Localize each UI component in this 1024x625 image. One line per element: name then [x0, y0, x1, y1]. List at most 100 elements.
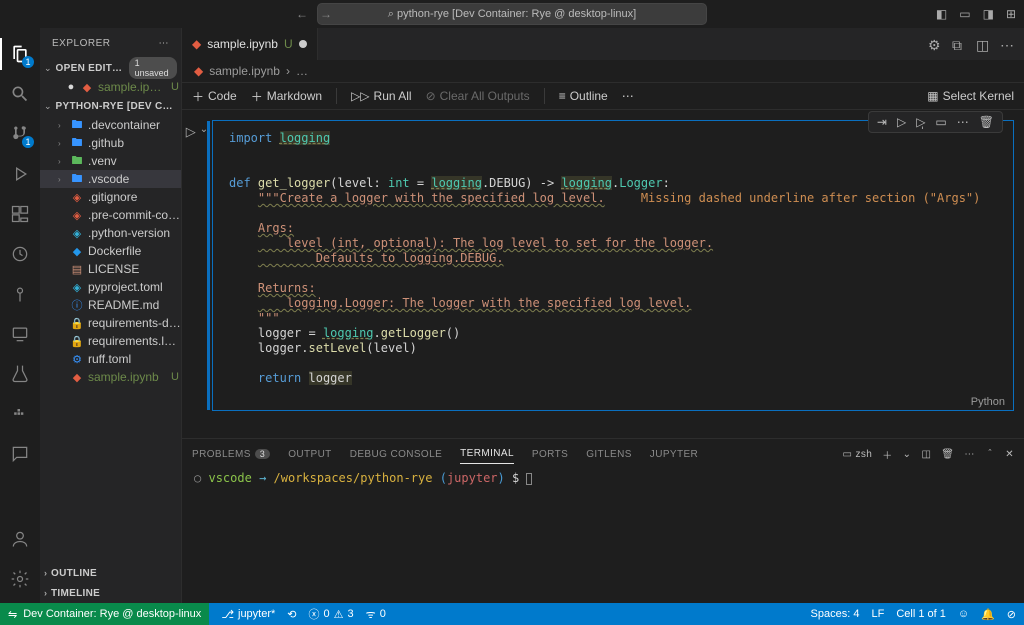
run-cell-button[interactable]: ▷ [186, 124, 196, 140]
activity-settings[interactable] [0, 559, 40, 599]
activity-scm[interactable]: 1 [0, 114, 40, 154]
add-code-button[interactable]: ＋Code [192, 88, 237, 105]
workspace-section[interactable]: ⌄ PYTHON-RYE [DEV CON… [40, 96, 181, 116]
panel-tab-jupyter[interactable]: JUPYTER [650, 449, 698, 460]
tree-item[interactable]: ›🖿.github [40, 134, 181, 152]
remote-icon: ⇋ [8, 608, 17, 621]
tree-item[interactable]: ◆Dockerfile [40, 242, 181, 260]
run-by-line-icon[interactable]: ⇥ [877, 115, 887, 129]
tree-item[interactable]: ◆sample.ipynbU [40, 368, 181, 386]
new-terminal-icon[interactable]: ＋ [882, 447, 892, 462]
nav-back-icon[interactable]: ← [296, 7, 308, 21]
terminal-content[interactable]: ○ vscode → /workspaces/python-rye (jupyt… [182, 469, 1024, 603]
terminal-profile[interactable]: ▭ zsh [842, 449, 872, 460]
execute-above-icon[interactable]: ▷ [897, 115, 906, 129]
tree-item[interactable]: ›🖿.vscode [40, 170, 181, 188]
panel-tab-debug[interactable]: DEBUG CONSOLE [350, 449, 442, 460]
kill-terminal-icon[interactable]: 🗑 [941, 449, 954, 460]
sync-button[interactable]: ⟲ [287, 608, 296, 621]
tree-item[interactable]: 🔒requirements-de… [40, 314, 181, 332]
activity-search[interactable] [0, 74, 40, 114]
file-label: pyproject.toml [88, 280, 181, 294]
code-content[interactable]: import logging def get_logger(level: int… [213, 121, 1013, 394]
diff-icon[interactable]: ⧉ [952, 37, 966, 51]
jupyter-icon: ◆ [192, 37, 201, 51]
nav-forward-icon[interactable]: → [320, 7, 332, 21]
layout-sidebar-left-icon[interactable]: ◧ [936, 7, 947, 21]
panel-tab-problems[interactable]: PROBLEMS3 [192, 449, 270, 460]
editor-tab[interactable]: ◆ sample.ipynb U [182, 28, 318, 60]
panel-tab-ports[interactable]: PORTS [532, 449, 568, 460]
more-icon[interactable]: ⋯ [159, 38, 170, 49]
activity-comments[interactable] [0, 434, 40, 474]
tree-item[interactable]: ⚙ruff.toml [40, 350, 181, 368]
feedback-icon[interactable]: ☺ [958, 608, 969, 620]
activity-explorer[interactable]: 1 [0, 34, 40, 74]
tree-item[interactable]: 🔒requirements.lock [40, 332, 181, 350]
activity-debug[interactable] [0, 154, 40, 194]
activity-extensions[interactable] [0, 194, 40, 234]
activity-account[interactable] [0, 519, 40, 559]
open-editors-section[interactable]: ⌄ OPEN EDITORS 1 unsaved [40, 58, 181, 78]
tree-item[interactable]: ›🖿.devcontainer [40, 116, 181, 134]
layout-customize-icon[interactable]: ⊞ [1006, 7, 1016, 21]
activity-docker[interactable] [0, 394, 40, 434]
file-icon: ◈ [70, 190, 84, 204]
tree-item[interactable]: ◈.python-version [40, 224, 181, 242]
cell-indicator[interactable]: Cell 1 of 1 [896, 608, 946, 620]
panel-tab-terminal[interactable]: TERMINAL [460, 448, 514, 464]
ports-status[interactable]: ᯤ0 [366, 607, 386, 622]
prettier-icon[interactable]: ⊘ [1007, 608, 1016, 621]
run-all-button[interactable]: ▷▷Run All [351, 89, 412, 103]
add-markdown-button[interactable]: ＋Markdown [251, 88, 322, 105]
clear-outputs-button[interactable]: ⊘Clear All Outputs [426, 89, 530, 103]
tree-item[interactable]: ◈pyproject.toml [40, 278, 181, 296]
tree-item[interactable]: ◈.gitignore [40, 188, 181, 206]
split-terminal-icon[interactable]: ◫ [921, 449, 931, 460]
activity-timeline[interactable] [0, 234, 40, 274]
layout-icon[interactable]: ◫ [976, 37, 990, 51]
panel-tab-gitlens[interactable]: GITLENS [586, 449, 632, 460]
tree-item[interactable]: ▤LICENSE [40, 260, 181, 278]
more-icon[interactable]: ⋯ [957, 115, 969, 129]
remote-indicator[interactable]: ⇋ Dev Container: Rye @ desktop-linux [0, 603, 209, 625]
activity-remote[interactable] [0, 314, 40, 354]
cell-language[interactable]: Python [213, 394, 1013, 410]
branch-indicator[interactable]: ⎇jupyter* [221, 608, 275, 621]
spaces-indicator[interactable]: Spaces: 4 [811, 608, 860, 620]
more-button[interactable]: ⋯ [622, 89, 634, 103]
sidebar-explorer: EXPLORER ⋯ ⌄ OPEN EDITORS 1 unsaved ● ◆ … [40, 28, 182, 603]
chevron-down-icon[interactable]: ⌄ [903, 449, 912, 460]
outline-section[interactable]: › OUTLINE [40, 563, 181, 583]
outline-label: OUTLINE [51, 568, 97, 579]
select-kernel-button[interactable]: ▦Select Kernel [927, 89, 1014, 103]
maximize-icon[interactable]: ＾ [985, 447, 995, 462]
problems-status[interactable]: ⓧ0 ⚠3 [309, 606, 354, 622]
execute-below-icon[interactable]: ▷̩ [916, 115, 925, 129]
timeline-section[interactable]: › TIMELINE [40, 583, 181, 603]
split-cell-icon[interactable]: ▭ [935, 115, 946, 129]
panel-tab-output[interactable]: OUTPUT [288, 449, 332, 460]
close-panel-icon[interactable]: ✕ [1005, 449, 1014, 460]
activity-test[interactable] [0, 354, 40, 394]
tree-item[interactable]: ›🖿.venv [40, 152, 181, 170]
cell-editor[interactable]: ⇥ ▷ ▷̩ ▭ ⋯ 🗑 import logging def get_logg… [212, 120, 1014, 411]
activity-gitlens[interactable] [0, 274, 40, 314]
command-center[interactable]: ⌕ python-rye [Dev Container: Rye @ deskt… [317, 3, 707, 25]
tree-item[interactable]: ⓘREADME.md [40, 296, 181, 314]
tree-item[interactable]: ◈.pre-commit-con… [40, 206, 181, 224]
more-icon: ⋯ [622, 89, 634, 103]
layout-panel-icon[interactable]: ▭ [959, 7, 970, 21]
breadcrumb[interactable]: ◆ sample.ipynb › … [182, 60, 1024, 82]
comment-icon [10, 444, 30, 464]
delete-cell-icon[interactable]: 🗑 [979, 115, 994, 129]
more-icon[interactable]: ⋯ [964, 449, 974, 460]
file-icon: ⓘ [70, 298, 84, 312]
settings-icon[interactable]: ⚙ [928, 37, 942, 51]
more-icon[interactable]: ⋯ [1000, 37, 1014, 51]
layout-sidebar-right-icon[interactable]: ◨ [983, 7, 994, 21]
outline-button[interactable]: ≡Outline [559, 89, 608, 103]
notifications-icon[interactable]: 🔔 [981, 608, 995, 621]
open-editor-item[interactable]: ● ◆ sample.ipy… U [40, 78, 181, 96]
eol-indicator[interactable]: LF [871, 608, 884, 620]
